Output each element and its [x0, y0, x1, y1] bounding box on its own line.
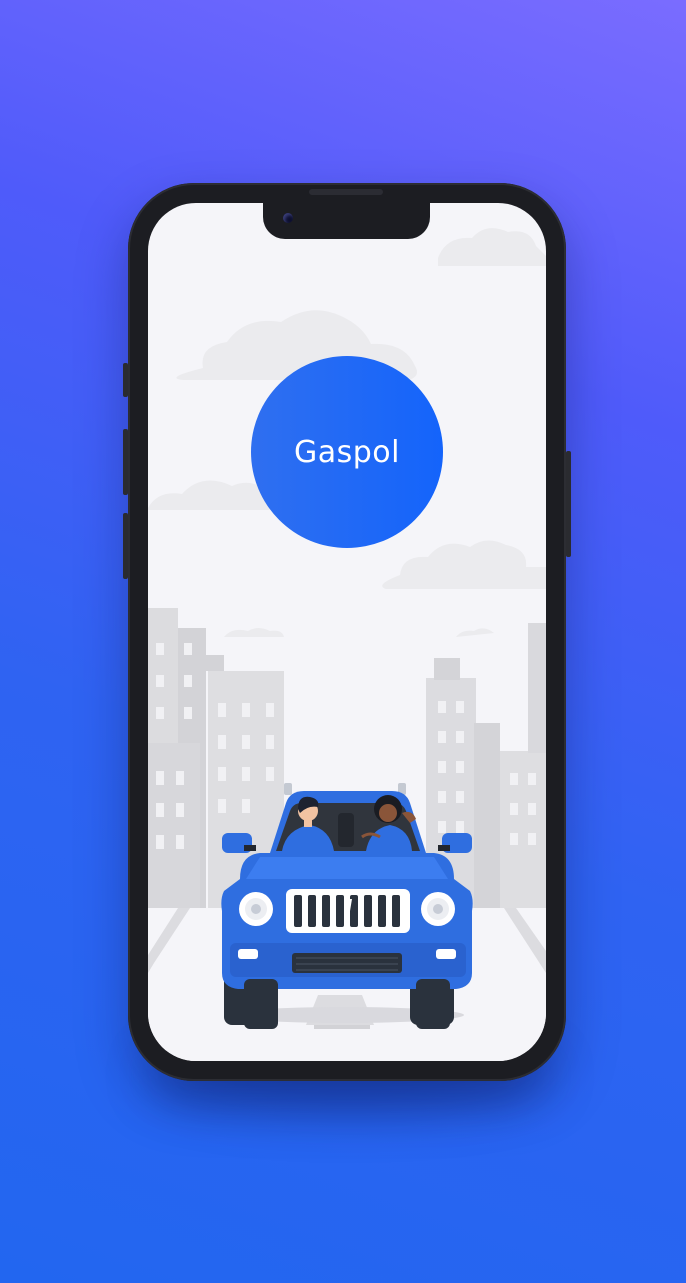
- power-button: [566, 451, 571, 557]
- silent-switch: [123, 363, 128, 397]
- app-logo: Gaspol: [251, 356, 443, 548]
- car-with-driver-and-passenger-illustration: [148, 228, 546, 1061]
- app-name: Gaspol: [294, 434, 400, 470]
- notch: [263, 203, 430, 239]
- splash-screen: Gaspol: [148, 203, 546, 1061]
- front-camera-icon: [283, 213, 293, 223]
- phone-mockup: Gaspol: [123, 183, 571, 1081]
- speaker-grille: [309, 189, 383, 195]
- volume-down-button: [123, 513, 128, 579]
- volume-up-button: [123, 429, 128, 495]
